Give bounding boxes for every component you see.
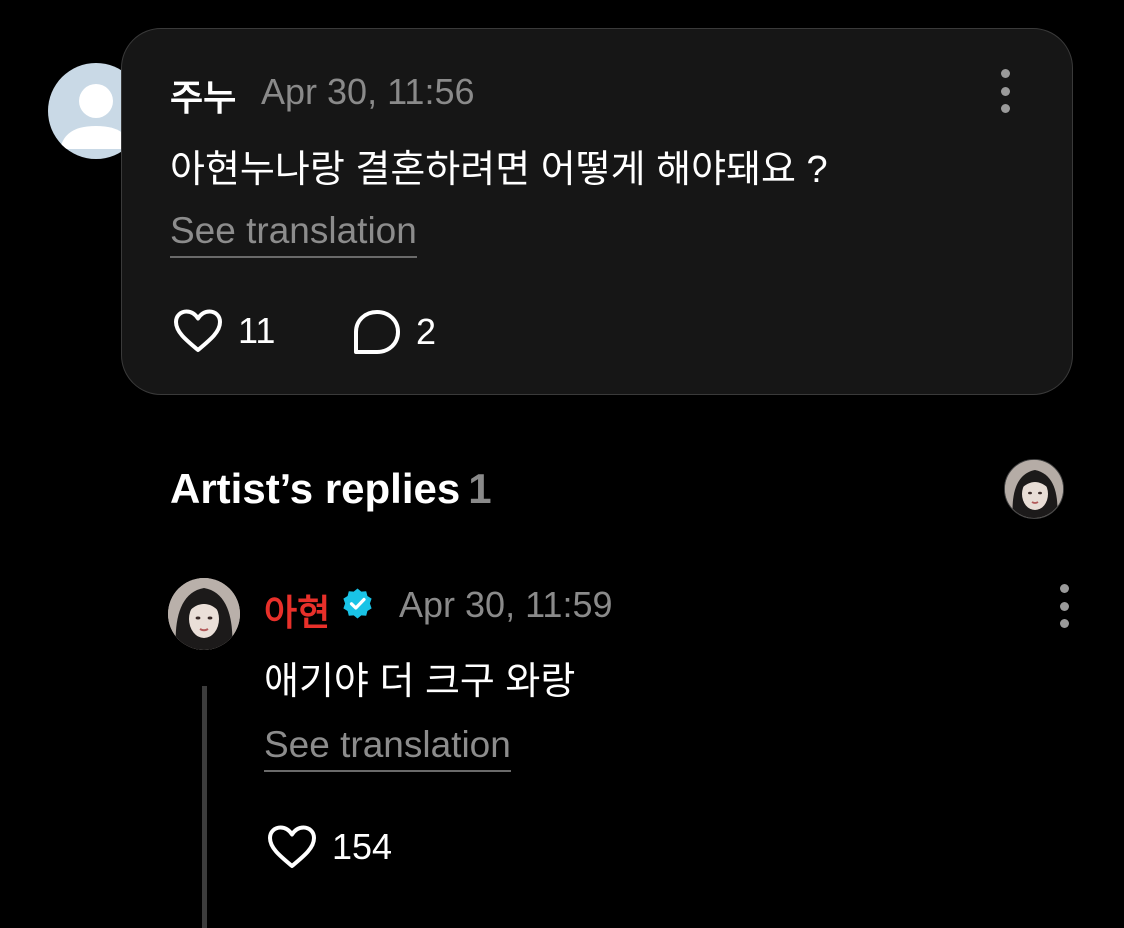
reply-more-icon[interactable] [1058, 584, 1070, 628]
artist-replies-avatar[interactable] [1004, 459, 1064, 519]
comment-reply-button[interactable]: 2 [352, 308, 436, 356]
reply-see-translation-link[interactable]: See translation [264, 724, 511, 772]
reply-like-count: 154 [332, 826, 393, 867]
heart-icon [174, 309, 222, 352]
verified-badge-icon [343, 588, 372, 619]
artist-replies-title: Artist’s replies [170, 465, 461, 512]
reply-like-button[interactable]: 154 [266, 824, 392, 870]
artist-avatar[interactable] [168, 578, 240, 650]
reply-thread-line [202, 686, 207, 928]
comment-more-icon[interactable] [999, 69, 1011, 113]
artist-replies-heading: Artist’s replies 1 [170, 465, 492, 513]
comment-card: 주누 Apr 30, 11:56 아현누나랑 결혼하려면 어떻게 해야돼요 ? … [121, 28, 1073, 395]
comment-text: 아현누나랑 결혼하려면 어떻게 해야돼요 ? [170, 149, 828, 191]
comment-see-translation-link[interactable]: See translation [170, 210, 417, 258]
comment-reply-count: 2 [416, 311, 437, 352]
comment-timestamp: Apr 30, 11:56 [261, 71, 475, 112]
heart-icon [268, 825, 316, 868]
reply-text: 애기야 더 크구 와랑 [264, 661, 576, 703]
artist-portrait-icon [1005, 460, 1063, 518]
reply-timestamp: Apr 30, 11:59 [399, 584, 613, 625]
comment-bubble-icon [354, 310, 400, 354]
artist-replies-count: 1 [468, 465, 492, 512]
artist-portrait-icon [168, 578, 240, 650]
comment-like-count: 11 [238, 310, 276, 351]
artist-name[interactable]: 아현 [264, 584, 330, 636]
comment-username[interactable]: 주누 [170, 69, 236, 121]
comment-like-button[interactable]: 11 [172, 308, 275, 354]
